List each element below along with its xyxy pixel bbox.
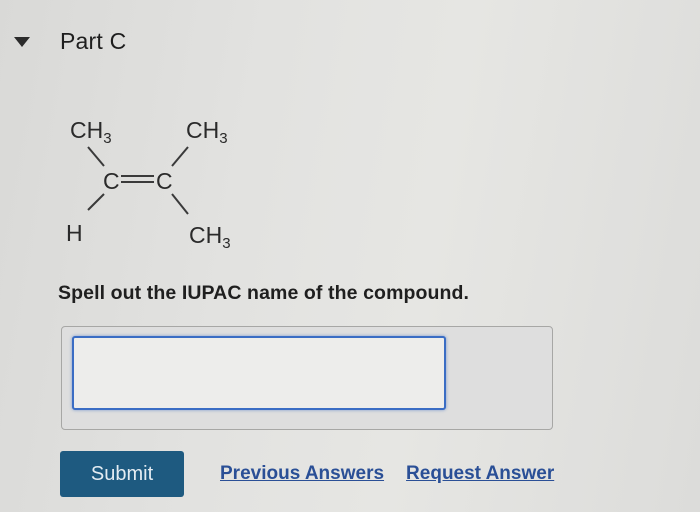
- label-bottom-right: CH3: [189, 222, 231, 252]
- previous-answers-link[interactable]: Previous Answers: [220, 463, 384, 485]
- submit-button[interactable]: Submit: [60, 451, 184, 497]
- bond-top-right: [171, 146, 189, 167]
- action-bar: Submit Previous Answers Request Answer: [60, 451, 554, 497]
- label-bottom-left: H: [66, 220, 83, 246]
- request-answer-link[interactable]: Request Answer: [406, 463, 554, 485]
- structure-drawing: CH3 CH3 C C H CH3: [66, 117, 231, 252]
- part-title: Part C: [60, 28, 127, 54]
- label-center-right: C: [156, 168, 173, 194]
- answer-input[interactable]: [72, 336, 446, 410]
- part-header[interactable]: Part C: [14, 28, 126, 55]
- label-top-right: CH3: [186, 117, 228, 147]
- bond-top-left: [87, 146, 105, 167]
- answer-panel: [61, 326, 553, 430]
- bond-bottom-left: [87, 193, 105, 211]
- label-center: C: [103, 168, 120, 194]
- caret-down-icon[interactable]: [14, 36, 30, 47]
- question-prompt: Spell out the IUPAC name of the compound…: [58, 282, 470, 304]
- label-top-left: CH3: [70, 117, 112, 147]
- bond-bottom-right: [171, 193, 189, 215]
- chemical-structure: CH3 CH3 C C H CH3: [40, 90, 300, 260]
